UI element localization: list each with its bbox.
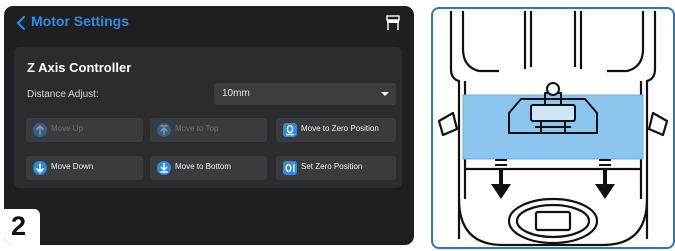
move-to-bottom-label: Move to Bottom — [175, 162, 232, 171]
move-to-top-button[interactable]: Move to Top — [150, 118, 267, 142]
printer-illustration-frame — [431, 7, 675, 249]
move-to-top-label: Move to Top — [175, 124, 219, 133]
screen-header: Motor Settings — [4, 6, 414, 40]
caret-down-icon — [381, 92, 389, 96]
distance-adjust-label: Distance Adjust: — [27, 89, 99, 100]
distance-select[interactable]: 10mm — [214, 83, 396, 105]
set-zero-position-label: Set Zero Position — [301, 162, 363, 171]
arrow-down-to-bottom-icon — [157, 161, 171, 175]
printer-icon[interactable] — [384, 14, 402, 32]
arrow-up-to-top-icon — [157, 123, 171, 137]
move-up-label: Move Up — [51, 124, 84, 133]
distance-value: 10mm — [222, 88, 250, 99]
chevron-left-icon[interactable] — [14, 15, 28, 31]
set-zero-icon — [283, 161, 297, 175]
set-zero-position-button[interactable]: Set Zero Position — [276, 156, 396, 180]
step-number-badge: 2 — [4, 209, 40, 245]
move-to-zero-position-label: Move to Zero Position — [301, 124, 379, 133]
controller-title: Z Axis Controller — [27, 60, 132, 75]
move-down-arrows — [491, 159, 615, 199]
printer-illustration — [437, 11, 669, 247]
move-down-button[interactable]: Move Down — [26, 156, 143, 180]
step-number: 2 — [11, 211, 27, 241]
move-to-bottom-button[interactable]: Move to Bottom — [150, 156, 267, 180]
move-to-zero-position-button[interactable]: Move to Zero Position — [276, 118, 396, 142]
page-title: Motor Settings — [31, 13, 129, 29]
z-axis-controller-card: Z Axis Controller Distance Adjust: 10mm … — [14, 47, 402, 188]
zero-position-icon — [283, 123, 297, 137]
arrow-down-icon — [33, 161, 47, 175]
arrow-up-icon — [33, 123, 47, 137]
motor-settings-screen: Motor Settings Z Axis Controller Distanc… — [4, 6, 414, 245]
move-down-label: Move Down — [51, 162, 94, 171]
move-up-button[interactable]: Move Up — [26, 118, 143, 142]
